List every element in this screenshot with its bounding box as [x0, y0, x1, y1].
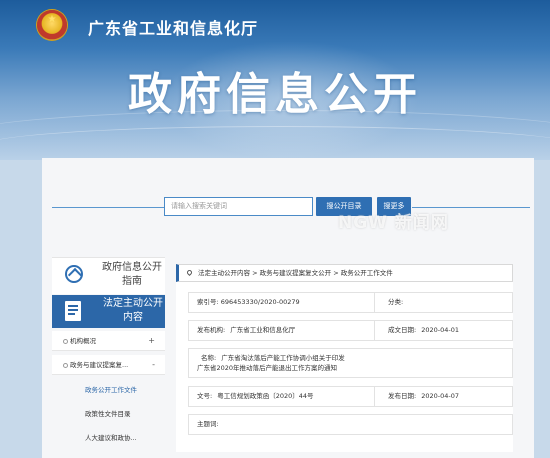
category-label: 分类: [388, 298, 404, 306]
sidebar-subitem-policy-directory[interactable]: 政策性文件目录 [52, 403, 165, 425]
doc-info-row-docno: 文号: 粤工信规划政策函〔2020〕44号 发布日期: 2020-04-07 [188, 386, 513, 407]
doc-number-value: 粤工信规划政策函〔2020〕44号 [217, 392, 314, 400]
doc-info-row-publisher: 发布机构: 广东省工业和信息化厅 成文日期: 2020-04-01 [188, 320, 513, 341]
name-label: 名称: [201, 354, 217, 362]
sidebar-item-organization[interactable]: 机构概况 + [52, 331, 165, 351]
breadcrumb: 法定主动公开内容 > 政务与建议提案复文公开 > 政务公开工作文件 [176, 264, 513, 282]
sidebar-subitem-npc-suggestions[interactable]: 人大建议和政协... [52, 427, 165, 449]
name-value-line2: 广东省2020年推动落后产能退出工作方案的通知 [197, 364, 338, 372]
publisher-label: 发布机构: [197, 326, 226, 334]
date-created-value: 2020-04-01 [421, 326, 459, 334]
sidebar-item-statutory[interactable]: 法定主动公开内容 [52, 295, 165, 328]
breadcrumb-item[interactable]: 政务与建议提案复文公开 [260, 269, 332, 277]
breadcrumb-separator: > [333, 269, 339, 277]
sidebar-item-proposals[interactable]: 政务与建议提案复... - [52, 355, 165, 375]
publisher-value: 广东省工业和信息化厅 [230, 326, 296, 334]
doc-info-row-subject: 主题词: [188, 414, 513, 435]
search-input[interactable]: 请输入搜索关键词 [164, 197, 313, 216]
subject-label: 主题词: [197, 420, 219, 428]
doc-info-row-name: 名称: 广东省淘汰落后产能工作协调小组关于印发 广东省2020年推动落后产能退出工… [188, 348, 513, 378]
breadcrumb-item[interactable]: 法定主动公开内容 [198, 269, 250, 277]
breadcrumb-item[interactable]: 政务公开工作文件 [341, 269, 393, 277]
publish-date-label: 发布日期: [388, 392, 417, 400]
name-value-line1: 广东省淘汰落后产能工作协调小组关于印发 [221, 354, 345, 362]
page-title: 政府信息公开 [128, 69, 422, 120]
compass-icon [65, 265, 83, 283]
sidebar-item-label: 政府信息公开指南 [102, 262, 162, 287]
sidebar-item-label: 机构概况 [70, 337, 96, 345]
doc-info-row-index: 索引号: 696453330/2020-00279 分类: [188, 292, 513, 313]
document-icon [65, 301, 81, 321]
date-created-label: 成文日期: [388, 326, 417, 334]
index-label: 索引号: [197, 298, 219, 306]
bullet-icon [63, 363, 68, 368]
sidebar-subitem-work-documents[interactable]: 政务公开工作文件 [52, 379, 165, 401]
sidebar-item-guide[interactable]: 政府信息公开指南 [52, 257, 165, 294]
watermark: NGW 新闻网 [338, 213, 449, 233]
doc-number-label: 文号: [197, 392, 213, 400]
breadcrumb-separator: > [252, 269, 258, 277]
expand-icon[interactable]: + [148, 331, 155, 351]
sidebar-item-label: 政务与建议提案复... [70, 361, 129, 369]
header-banner: ★ 广东省工业和信息化厅 政府信息公开 [0, 0, 550, 160]
publish-date-value: 2020-04-07 [421, 392, 459, 400]
search-divider-left [52, 207, 164, 208]
national-emblem-icon[interactable]: ★ [37, 10, 67, 40]
bullet-icon [63, 339, 68, 344]
sidebar-item-label: 法定主动公开内容 [103, 298, 163, 323]
site-title[interactable]: 广东省工业和信息化厅 [88, 15, 258, 39]
collapse-icon[interactable]: - [152, 355, 155, 375]
location-pin-icon [185, 268, 194, 277]
index-value: 696453330/2020-00279 [220, 298, 300, 306]
